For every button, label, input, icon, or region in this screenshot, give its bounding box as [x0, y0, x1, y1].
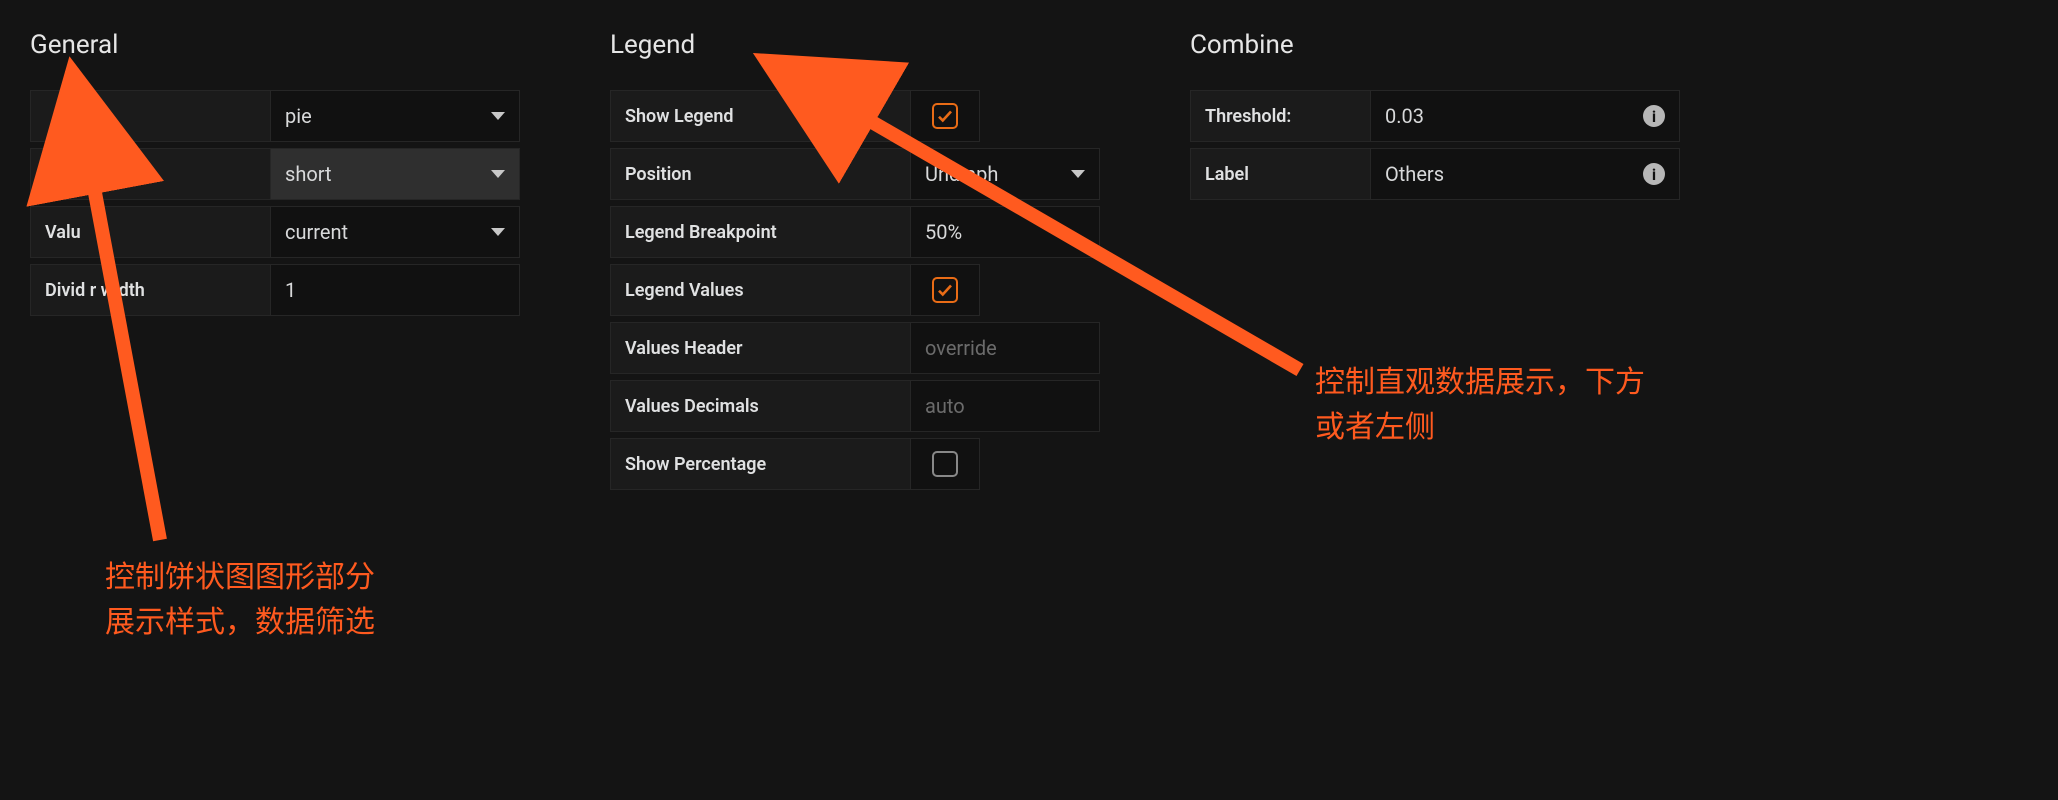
combine-label-input[interactable]: Others i: [1370, 148, 1680, 200]
legend-values-header-input[interactable]: override: [910, 322, 1100, 374]
legend-position-select[interactable]: Und aph: [910, 148, 1100, 200]
general-divider-width-label: Divid r width: [30, 264, 270, 316]
combine-threshold-label: Threshold:: [1190, 90, 1370, 142]
general-value-value: current: [285, 220, 348, 244]
legend-position-label: Position: [610, 148, 910, 200]
legend-values-header-placeholder: override: [925, 336, 997, 360]
combine-threshold-input[interactable]: 0.03 i: [1370, 90, 1680, 142]
legend-values-decimals-label: Values Decimals: [610, 380, 910, 432]
legend-show-percentage-checkbox[interactable]: [910, 438, 980, 490]
combine-title: Combine: [1190, 30, 1680, 60]
general-value-label: Valu: [30, 206, 270, 258]
chevron-down-icon: [491, 112, 505, 120]
general-unit-label: Un: [30, 148, 270, 200]
legend-show-legend-checkbox[interactable]: [910, 90, 980, 142]
general-divider-width-input[interactable]: 1: [270, 264, 520, 316]
legend-show-percentage-label: Show Percentage: [610, 438, 910, 490]
checkbox-unchecked-icon: [932, 451, 958, 477]
general-type-value: pie: [285, 104, 312, 128]
legend-values-checkbox[interactable]: [910, 264, 980, 316]
general-unit-select[interactable]: short: [270, 148, 520, 200]
general-type-select[interactable]: pie: [270, 90, 520, 142]
legend-section: Legend Show Legend Position Und aph Lege…: [610, 30, 1100, 496]
combine-label-value: Others: [1385, 162, 1444, 186]
legend-values-header-label: Values Header: [610, 322, 910, 374]
general-title: General: [30, 30, 520, 60]
legend-breakpoint-select[interactable]: 50%: [910, 206, 1100, 258]
annotation-general: 控制饼状图图形部分 展示样式，数据筛选: [105, 555, 375, 645]
info-icon[interactable]: i: [1643, 163, 1665, 185]
legend-position-value: Und aph: [925, 162, 998, 186]
combine-label-label: Label: [1190, 148, 1370, 200]
legend-title: Legend: [610, 30, 1100, 60]
general-unit-value: short: [285, 162, 332, 186]
legend-values-label: Legend Values: [610, 264, 910, 316]
chevron-down-icon: [491, 228, 505, 236]
checkbox-checked-icon: [932, 277, 958, 303]
info-icon[interactable]: i: [1643, 105, 1665, 127]
legend-show-legend-label: Show Legend: [610, 90, 910, 142]
chevron-down-icon: [491, 170, 505, 178]
legend-values-decimals-placeholder: auto: [925, 394, 965, 418]
general-divider-width-value: 1: [285, 278, 296, 302]
annotation-legend: 控制直观数据展示，下方 或者左侧: [1315, 360, 1645, 450]
combine-threshold-value: 0.03: [1385, 104, 1424, 128]
legend-breakpoint-value: 50%: [925, 220, 962, 244]
legend-breakpoint-label: Legend Breakpoint: [610, 206, 910, 258]
checkbox-checked-icon: [932, 103, 958, 129]
legend-values-decimals-input[interactable]: auto: [910, 380, 1100, 432]
general-type-label: [30, 90, 270, 142]
general-value-select[interactable]: current: [270, 206, 520, 258]
chevron-down-icon: [1071, 170, 1085, 178]
general-section: General pie Un short Valu current Divid …: [30, 30, 520, 496]
